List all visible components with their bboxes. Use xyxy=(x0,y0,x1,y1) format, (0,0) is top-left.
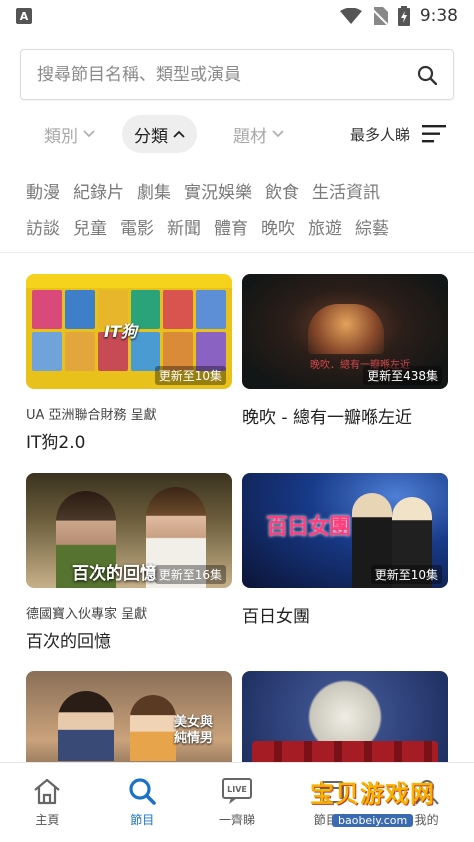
svg-text:LIVE: LIVE xyxy=(227,785,247,794)
search-icon[interactable] xyxy=(417,65,437,85)
battery-icon xyxy=(397,6,410,26)
program-card[interactable]: IT狗 更新至10集 UA 亞洲聯合財務 呈獻 IT狗2.0 xyxy=(26,274,232,453)
tag-interview[interactable]: 訪談 xyxy=(26,214,60,239)
sponsor-text: UA 亞洲聯合財務 呈獻 xyxy=(26,408,157,423)
nav-home[interactable]: 主頁 xyxy=(0,763,95,842)
program-thumbnail[interactable]: IT狗 更新至10集 xyxy=(26,274,232,389)
filter-theme-dropdown[interactable]: 題材 xyxy=(233,115,284,153)
nav-schedule[interactable]: 節目表 xyxy=(284,763,379,842)
clock: 9:38 xyxy=(419,6,458,26)
nav-label: 節目 xyxy=(130,813,155,827)
tag-movie[interactable]: 電影 xyxy=(120,214,154,239)
tag-lifestyle[interactable]: 生活資訊 xyxy=(312,178,380,203)
filter-label: 分類 xyxy=(134,126,168,147)
episode-badge: 更新至10集 xyxy=(154,366,226,385)
filter-bar: 類別 分類 題材 最多人睇 xyxy=(0,115,474,153)
bottom-navigation: 主頁 節目 LIVE 一齊睇 節目表 我的 xyxy=(0,762,474,842)
program-title: 百日女團 xyxy=(242,607,310,627)
tag-kids[interactable]: 兒童 xyxy=(73,214,107,239)
tag-live-entertainment[interactable]: 實況娛樂 xyxy=(184,178,252,203)
sponsor-text: 德國寶入伙專家 呈獻 xyxy=(26,607,148,622)
search-icon xyxy=(129,778,156,805)
genre-tags: 動漫 紀錄片 劇集 實況娛樂 飲食 生活資訊 訪談 兒童 電影 新聞 體育 晚吹… xyxy=(26,172,456,244)
thumbnail-text: 美女與 純情男 xyxy=(174,715,214,746)
search-box[interactable] xyxy=(20,49,454,100)
program-thumbnail[interactable]: 百日女團 更新至10集 xyxy=(242,473,448,588)
nav-label: 節目表 xyxy=(313,813,350,827)
program-title: 晚吹 - 總有一瓣喺左近 xyxy=(242,408,412,428)
chevron-down-icon xyxy=(272,130,284,138)
program-card[interactable]: 百日女團 更新至10集 百日女團 xyxy=(242,473,448,627)
profile-icon xyxy=(414,780,439,805)
tag-late-night[interactable]: 晚吹 xyxy=(261,214,295,239)
nav-label: 我的 xyxy=(414,813,439,827)
home-icon xyxy=(34,778,61,805)
sort-label: 最多人睇 xyxy=(349,125,410,144)
thumbnail-logo: IT狗 xyxy=(104,322,137,341)
tag-sports[interactable]: 體育 xyxy=(214,214,248,239)
nav-programs[interactable]: 節目 xyxy=(95,763,190,842)
tag-food[interactable]: 飲食 xyxy=(265,178,299,203)
filter-label: 題材 xyxy=(233,126,267,147)
sort-button[interactable]: 最多人睇 xyxy=(350,115,446,153)
sort-icon xyxy=(422,125,446,143)
tag-row: 訪談 兒童 電影 新聞 體育 晚吹 旅遊 綜藝 xyxy=(26,208,456,244)
schedule-icon xyxy=(319,781,344,803)
nav-label: 主頁 xyxy=(35,813,60,827)
tag-row: 動漫 紀錄片 劇集 實況娛樂 飲食 生活資訊 xyxy=(26,172,456,208)
tag-travel[interactable]: 旅遊 xyxy=(308,214,342,239)
tag-variety[interactable]: 綜藝 xyxy=(355,214,389,239)
tag-drama[interactable]: 劇集 xyxy=(137,178,171,203)
live-icon: LIVE xyxy=(221,778,252,804)
nav-label: 一齊睇 xyxy=(218,813,255,827)
thumbnail-logo: 百日女團 xyxy=(266,515,351,540)
program-card[interactable]: 晚吹．總有一瓣喺左近 更新至438集 晚吹 - 總有一瓣喺左近 xyxy=(242,274,448,428)
no-sim-icon xyxy=(371,7,388,25)
episode-badge: 更新至438集 xyxy=(363,366,442,385)
tag-anime[interactable]: 動漫 xyxy=(26,178,60,203)
search-input[interactable] xyxy=(37,64,417,85)
episode-badge: 更新至10集 xyxy=(370,565,442,584)
program-thumbnail[interactable]: 百次的回憶 更新至16集 xyxy=(26,473,232,588)
program-title: 百次的回憶 xyxy=(26,632,111,652)
program-title: IT狗2.0 xyxy=(26,433,86,453)
program-card[interactable]: 百次的回憶 更新至16集 德國寶入伙專家 呈獻 百次的回憶 xyxy=(26,473,232,652)
filter-label: 類別 xyxy=(44,126,78,147)
nav-profile[interactable]: 我的 xyxy=(379,763,474,842)
thumbnail-text: 百次的回憶 xyxy=(72,564,157,584)
tag-news[interactable]: 新聞 xyxy=(167,214,201,239)
filter-category-dropdown[interactable]: 類別 xyxy=(44,115,95,153)
app-indicator-icon: A xyxy=(16,8,32,24)
chevron-down-icon xyxy=(83,130,95,138)
episode-badge: 更新至16集 xyxy=(154,565,226,584)
filter-genre-dropdown[interactable]: 分類 xyxy=(122,115,197,153)
program-thumbnail[interactable]: 晚吹．總有一瓣喺左近 更新至438集 xyxy=(242,274,448,389)
chevron-up-icon xyxy=(173,130,185,138)
status-bar: A 9:38 xyxy=(0,0,474,32)
wifi-icon xyxy=(339,8,362,24)
tag-documentary[interactable]: 紀錄片 xyxy=(73,178,124,203)
divider xyxy=(0,252,474,253)
nav-watch-together[interactable]: LIVE 一齊睇 xyxy=(190,763,285,842)
